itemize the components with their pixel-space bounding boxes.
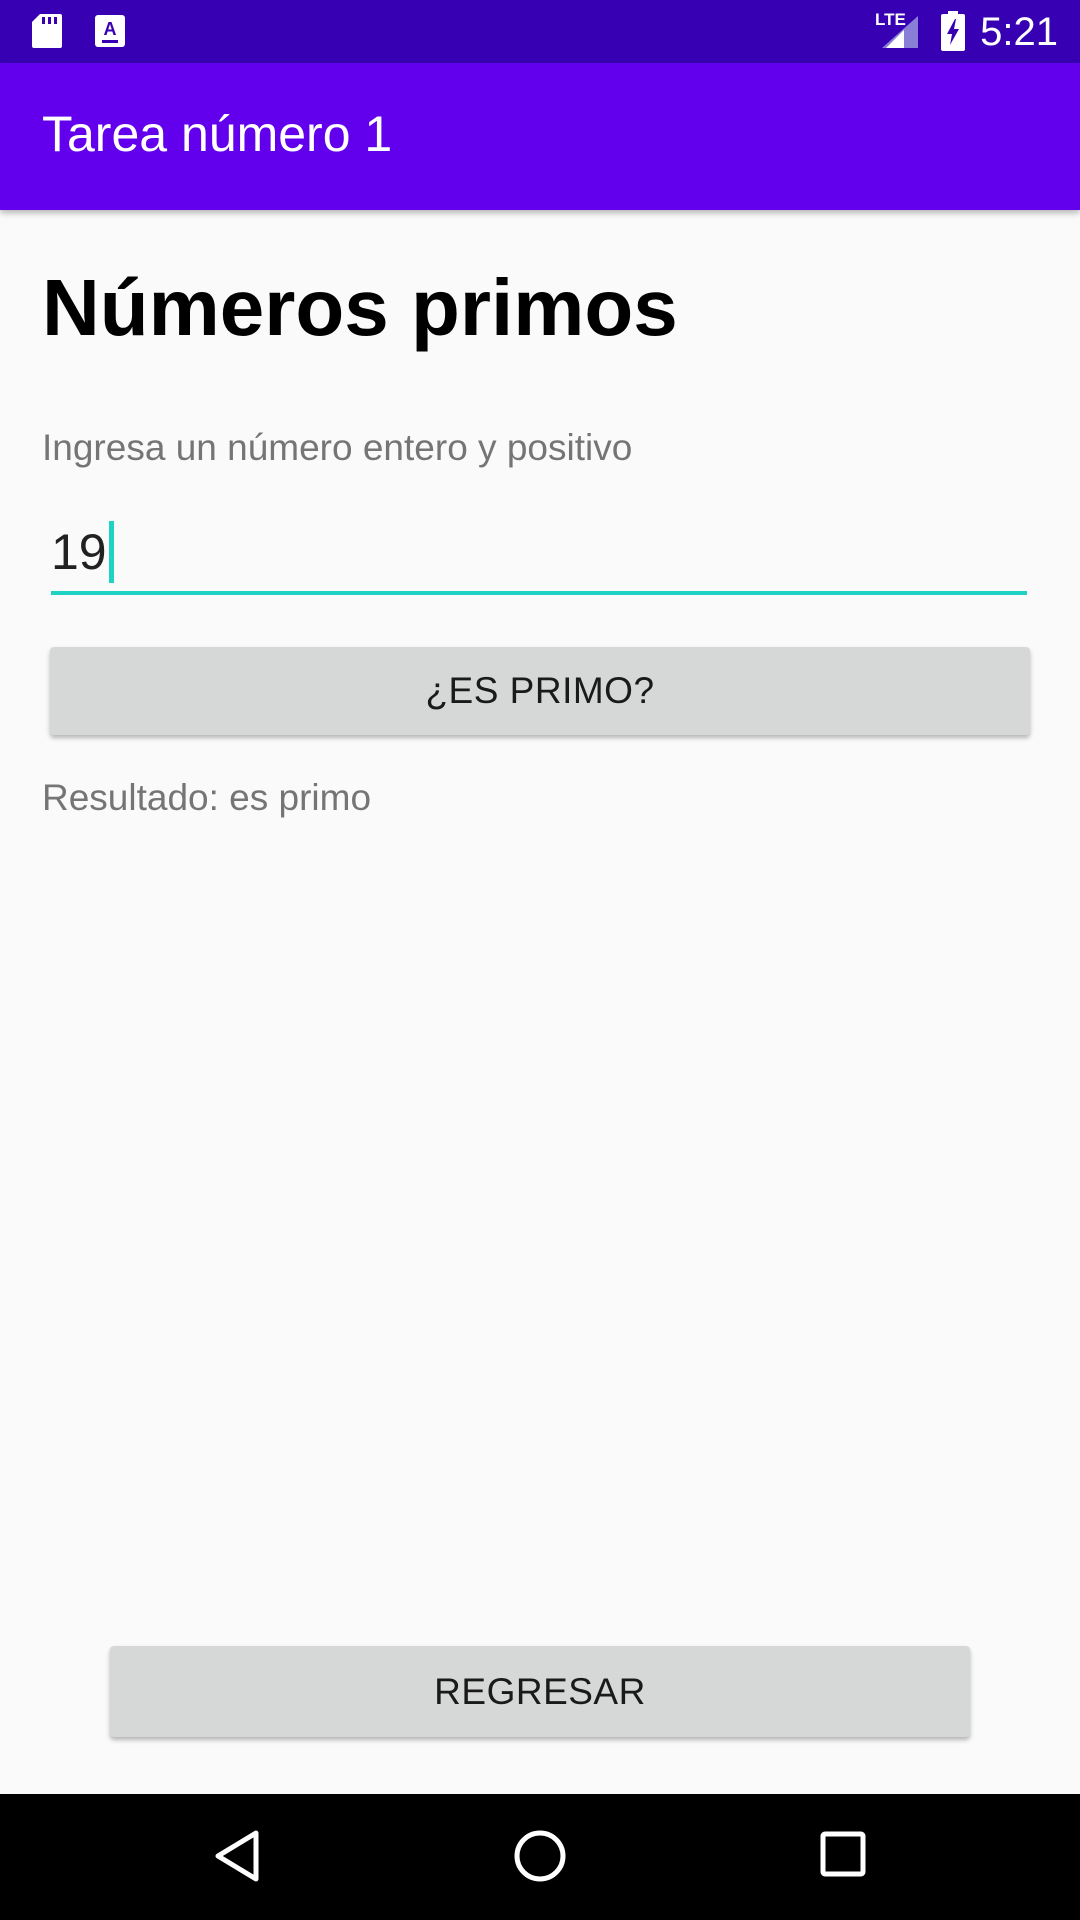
number-input-value: 19 <box>51 524 107 580</box>
number-input-value-wrap: 19 <box>51 520 114 587</box>
result-text: Resultado: es primo <box>42 777 372 818</box>
keyboard-a-icon: A <box>95 15 125 47</box>
home-circle-icon[interactable] <box>512 1826 568 1886</box>
recents-square-icon[interactable] <box>818 1828 868 1882</box>
input-prompt-label: Ingresa un número entero y positivo <box>42 427 633 468</box>
text-cursor <box>108 520 114 583</box>
app-title: Tarea número 1 <box>42 106 393 162</box>
signal-icon <box>882 16 918 48</box>
navigation-bar <box>0 1794 1080 1920</box>
number-input[interactable]: 19 <box>51 512 1027 595</box>
sd-card-icon <box>32 14 62 48</box>
status-bar: A LTE 5:21 <box>0 0 1080 63</box>
app-bar: Tarea número 1 <box>0 63 1080 210</box>
back-triangle-icon[interactable] <box>212 1828 262 1884</box>
is-prime-button[interactable]: ¿ES PRIMO? <box>50 647 1030 735</box>
page-heading: Números primos <box>42 263 678 352</box>
status-time: 5:21 <box>980 10 1058 54</box>
battery-charging-icon <box>941 11 965 51</box>
back-button[interactable]: REGRESAR <box>110 1646 970 1737</box>
svg-text:A: A <box>104 19 117 39</box>
